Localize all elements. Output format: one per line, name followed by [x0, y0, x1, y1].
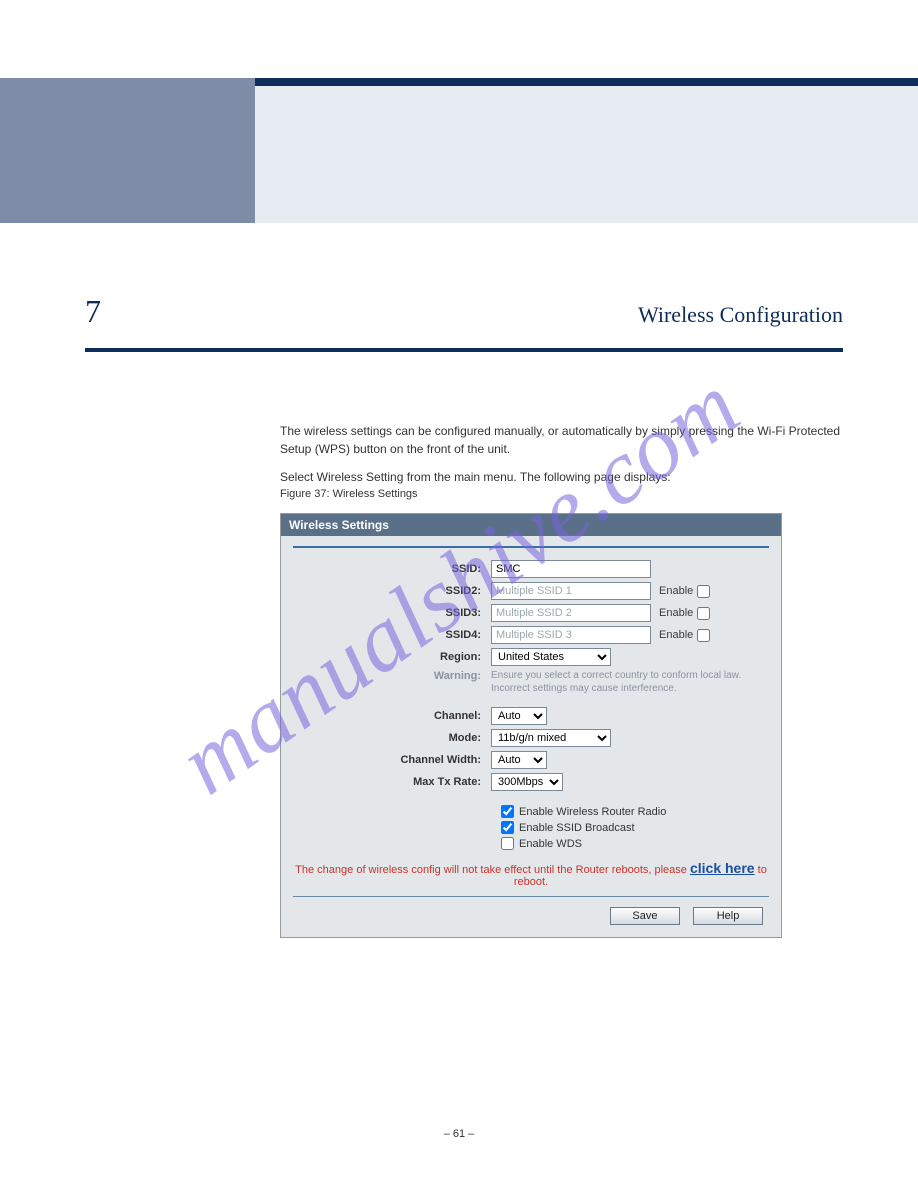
enable-wds-label: Enable WDS: [519, 838, 582, 850]
row-opt-wds: Enable WDS: [501, 837, 769, 850]
region-label: Region:: [293, 651, 491, 663]
panel-bottom-rule: [293, 896, 769, 897]
row-ssid: SSID:: [293, 560, 769, 578]
row-ssid4: SSID4: Enable: [293, 626, 769, 644]
enable-wds-checkbox[interactable]: [501, 837, 514, 850]
mode-label: Mode:: [293, 732, 491, 744]
button-row: Save Help: [293, 907, 769, 925]
chapter-title: Wireless Configuration: [638, 302, 843, 328]
ssid2-input[interactable]: [491, 582, 651, 600]
ssid4-enable-label: Enable: [659, 629, 693, 641]
save-button[interactable]: Save: [610, 907, 680, 925]
row-ssid2: SSID2: Enable: [293, 582, 769, 600]
row-warning: Warning: Ensure you select a correct cou…: [293, 670, 769, 695]
enable-radio-label: Enable Wireless Router Radio: [519, 806, 666, 818]
row-region: Region: United States: [293, 648, 769, 666]
ssid4-label: SSID4:: [293, 629, 491, 641]
ssid4-enable-checkbox[interactable]: [697, 629, 710, 642]
ssid3-enable-checkbox[interactable]: [697, 607, 710, 620]
ssid3-label: SSID3:: [293, 607, 491, 619]
page-number: – 61 –: [0, 1128, 918, 1140]
max-tx-label: Max Tx Rate:: [293, 776, 491, 788]
intro-para-1: The wireless settings can be configured …: [280, 422, 840, 458]
intro-text: The wireless settings can be configured …: [280, 422, 840, 496]
warning-text: Ensure you select a correct country to c…: [491, 670, 751, 695]
figure-caption: Figure 37: Wireless Settings: [280, 488, 418, 500]
region-select[interactable]: United States: [491, 648, 611, 666]
enable-ssidbc-label: Enable SSID Broadcast: [519, 822, 635, 834]
row-ssid3: SSID3: Enable: [293, 604, 769, 622]
channel-label: Channel:: [293, 710, 491, 722]
enable-radio-checkbox[interactable]: [501, 805, 514, 818]
banner-right-block: [255, 78, 918, 223]
top-banner: [0, 78, 918, 223]
ssid2-enable-checkbox[interactable]: [697, 585, 710, 598]
chapter-rule: [85, 348, 843, 352]
mode-select[interactable]: 11b/g/n mixed: [491, 729, 611, 747]
banner-left-block: [0, 78, 255, 223]
reboot-pre: The change of wireless config will not t…: [295, 864, 690, 876]
chapter-heading: 7 Wireless Configuration: [85, 293, 843, 352]
max-tx-select[interactable]: 300Mbps: [491, 773, 563, 791]
wireless-settings-panel: Wireless Settings SSID: SSID2: Enable SS…: [280, 513, 782, 938]
ssid2-enable-label: Enable: [659, 585, 693, 597]
ssid4-input[interactable]: [491, 626, 651, 644]
channel-width-select[interactable]: Auto: [491, 751, 547, 769]
panel-title: Wireless Settings: [281, 514, 781, 536]
ssid-input[interactable]: [491, 560, 651, 578]
chapter-number: 7: [85, 293, 101, 330]
row-opt-radio: Enable Wireless Router Radio: [501, 805, 769, 818]
intro-para-2: Select Wireless Setting from the main me…: [280, 468, 840, 486]
row-max-tx: Max Tx Rate: 300Mbps: [293, 773, 769, 791]
panel-top-rule: [293, 546, 769, 548]
reboot-link[interactable]: click here: [690, 860, 755, 876]
row-mode: Mode: 11b/g/n mixed: [293, 729, 769, 747]
channel-select[interactable]: Auto: [491, 707, 547, 725]
reboot-notice: The change of wireless config will not t…: [293, 860, 769, 888]
enable-ssidbc-checkbox[interactable]: [501, 821, 514, 834]
row-channel: Channel: Auto: [293, 707, 769, 725]
row-channel-width: Channel Width: Auto: [293, 751, 769, 769]
ssid3-enable-label: Enable: [659, 607, 693, 619]
ssid2-label: SSID2:: [293, 585, 491, 597]
row-opt-ssidbc: Enable SSID Broadcast: [501, 821, 769, 834]
ssid3-input[interactable]: [491, 604, 651, 622]
channel-width-label: Channel Width:: [293, 754, 491, 766]
ssid-label: SSID:: [293, 563, 491, 575]
warning-label: Warning:: [293, 670, 491, 695]
help-button[interactable]: Help: [693, 907, 763, 925]
